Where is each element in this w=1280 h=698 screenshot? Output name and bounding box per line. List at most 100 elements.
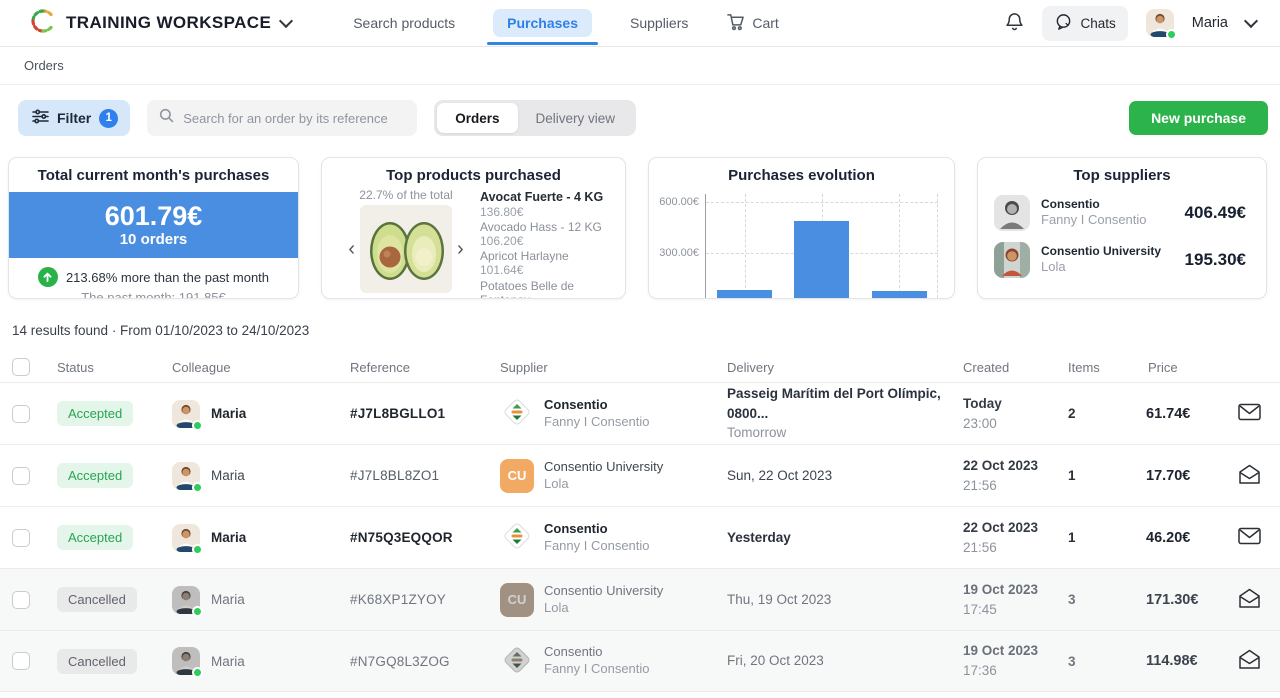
colleague-avatar (172, 462, 200, 490)
status-badge: Cancelled (57, 649, 137, 674)
orders-table: Accepted Maria #J7L8BGLLO1 (0, 382, 1280, 692)
user-avatar[interactable] (1146, 9, 1174, 37)
total-orders-count: 10 orders (120, 231, 188, 248)
breadcrumb-orders[interactable]: Orders (24, 58, 64, 73)
created-date: 19 Oct 2023 (963, 641, 1056, 661)
created-date: 22 Oct 2023 (963, 456, 1056, 476)
created-time: 21:56 (963, 476, 1056, 496)
message-button[interactable] (1218, 588, 1280, 612)
y-axis-tick: 0.00€ (671, 298, 699, 299)
created-time: 17:36 (963, 661, 1056, 681)
user-name[interactable]: Maria (1192, 15, 1228, 31)
envelope-open-icon (1238, 464, 1261, 488)
top-products-title: Top products purchased (322, 158, 625, 184)
status-badge: Accepted (57, 525, 133, 550)
top-supplier-item: Consentio University Lola 195.30€ (978, 242, 1266, 278)
row-checkbox[interactable] (12, 467, 30, 485)
chats-button[interactable]: Chats (1042, 6, 1127, 41)
toggle-orders[interactable]: Orders (437, 103, 517, 133)
envelope-open-icon (1238, 649, 1261, 673)
nav-purchases[interactable]: Purchases (493, 9, 592, 37)
row-checkbox[interactable] (12, 652, 30, 670)
colleague-name: Maria (211, 530, 246, 545)
results-summary: 14 results found · From 01/10/2023 to 24… (12, 323, 1280, 338)
order-reference: #J7L8BL8ZO1 (338, 468, 488, 483)
nav-cart[interactable]: Cart (726, 13, 778, 34)
product-share-label: 22.7% of the total (359, 188, 452, 202)
supplier-contact: Fanny I Consentio (544, 414, 650, 431)
chat-bubble-icon (1054, 13, 1073, 34)
chats-label: Chats (1080, 16, 1115, 31)
col-supplier: Supplier (488, 360, 715, 375)
delivery-date: Fri, 20 Oct 2023 (727, 651, 951, 671)
col-created: Created (951, 360, 1056, 375)
notifications-bell-button[interactable] (1005, 11, 1024, 35)
nav-suppliers[interactable]: Suppliers (630, 15, 688, 31)
select-all-checkbox[interactable] (12, 358, 30, 376)
product-image-avocado (360, 205, 452, 293)
col-reference: Reference (338, 360, 488, 375)
items-count: 3 (1056, 592, 1134, 607)
order-search-input[interactable] (183, 111, 405, 126)
orders-toolbar: Filter 1 Orders Delivery view New purcha… (8, 100, 1268, 136)
consentio-diamond-icon (500, 519, 534, 556)
supplier-logo: CU (500, 644, 534, 678)
carousel-next-icon[interactable]: › (457, 239, 464, 259)
supplier-logo: CU (500, 459, 534, 493)
items-count: 2 (1056, 406, 1134, 421)
filter-sliders-icon (32, 109, 49, 127)
product-list-item: Avocado Hass - 12 KG 106.20€ (480, 220, 611, 248)
top-supplier-item: Consentio Fanny I Consentio 406.49€ (978, 195, 1266, 231)
status-badge: Accepted (57, 463, 133, 488)
row-checkbox[interactable] (12, 529, 30, 547)
table-row[interactable]: Cancelled Maria #N7GQ8L3ZOG (0, 630, 1280, 692)
supplier-avatar (994, 242, 1030, 278)
delivery-date: Sun, 22 Oct 2023 (727, 466, 951, 486)
online-status-dot (192, 482, 203, 493)
table-row[interactable]: Accepted Maria #J7L8BL8ZO1 (0, 444, 1280, 506)
table-row[interactable]: Cancelled Maria #K68XP1ZYOY (0, 568, 1280, 630)
table-header: Status Colleague Reference Supplier Deli… (0, 352, 1280, 382)
bell-icon (1005, 11, 1024, 35)
online-status-dot (1166, 29, 1177, 40)
user-menu-chevron-down-icon[interactable] (1244, 14, 1258, 28)
online-status-dot (192, 544, 203, 555)
search-icon (159, 108, 174, 128)
col-delivery: Delivery (715, 360, 951, 375)
order-price: 46.20€ (1134, 530, 1218, 546)
workspace-chevron-down-icon[interactable] (279, 14, 293, 28)
order-price: 17.70€ (1134, 468, 1218, 484)
new-purchase-button[interactable]: New purchase (1129, 101, 1268, 135)
top-products-card: Top products purchased 22.7% of the tota… (321, 157, 626, 299)
workspace-name[interactable]: TRAINING WORKSPACE (66, 13, 271, 33)
colleague-name: Maria (211, 468, 245, 483)
message-button[interactable] (1218, 464, 1280, 488)
filter-button[interactable]: Filter 1 (18, 100, 130, 136)
message-button[interactable] (1218, 649, 1280, 673)
toggle-delivery-view[interactable]: Delivery view (518, 103, 634, 133)
table-row[interactable]: Accepted Maria #J7L8BGLLO1 (0, 382, 1280, 444)
top-products-list: Avocat Fuerte - 4 KG 136.80€ Avocado Has… (480, 186, 611, 299)
message-button[interactable] (1218, 403, 1280, 424)
supplier-avatar (994, 195, 1030, 231)
row-checkbox[interactable] (12, 405, 30, 423)
row-checkbox[interactable] (12, 591, 30, 609)
items-count: 3 (1056, 654, 1134, 669)
supplier-name: Consentio University (544, 459, 663, 476)
delivery-date: Thu, 19 Oct 2023 (727, 590, 951, 610)
items-count: 1 (1056, 468, 1134, 483)
order-search-box[interactable] (147, 100, 417, 136)
product-carousel: 22.7% of the total ‹ (332, 186, 480, 299)
summary-cards: Total current month's purchases 601.79€ … (8, 157, 1268, 299)
table-row[interactable]: Accepted Maria #N75Q3EQQOR (0, 506, 1280, 568)
carousel-prev-icon[interactable]: ‹ (348, 239, 355, 259)
consentio-university-icon: CU (500, 459, 534, 493)
col-status: Status (45, 360, 160, 375)
message-button[interactable] (1218, 527, 1280, 548)
total-purchases-card: Total current month's purchases 601.79€ … (8, 157, 299, 299)
delivery-date: Yesterday (727, 528, 951, 548)
nav-search-products[interactable]: Search products (353, 15, 455, 31)
created-time: 17:45 (963, 600, 1056, 620)
product-list-item: Apricot Harlayne 101.64€ (480, 249, 611, 277)
colleague-avatar (172, 524, 200, 552)
